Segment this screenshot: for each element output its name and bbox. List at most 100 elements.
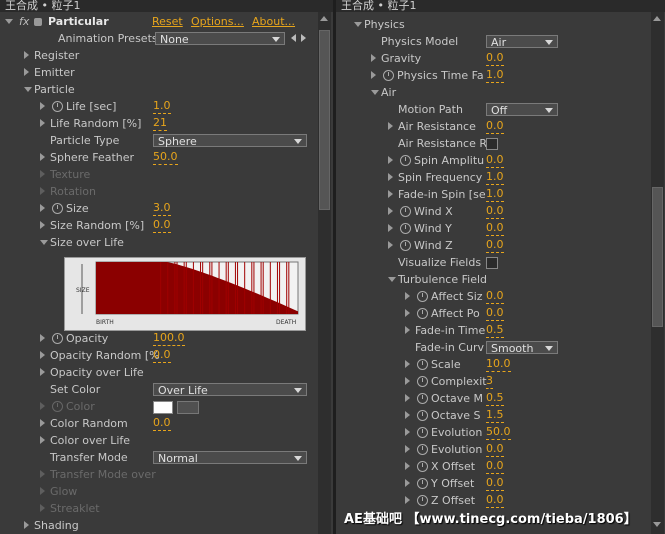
param-value[interactable]: 0.0 <box>486 442 504 457</box>
collapse-triangle-icon[interactable] <box>371 71 376 79</box>
collapse-triangle-icon[interactable] <box>405 326 410 334</box>
param-value[interactable]: 50.0 <box>153 150 178 165</box>
param-value[interactable]: 0.0 <box>153 416 171 431</box>
param-row-turbulence-field[interactable]: Turbulence Field <box>336 271 651 288</box>
param-row-evolution[interactable]: Evolution 0.0 <box>336 441 651 458</box>
param-row-streaklet[interactable]: Streaklet <box>0 500 318 517</box>
collapse-triangle-icon[interactable] <box>40 470 45 478</box>
param-checkbox[interactable] <box>486 138 498 150</box>
collapse-triangle-icon[interactable] <box>40 221 45 229</box>
stopwatch-icon[interactable] <box>400 155 411 166</box>
expand-triangle-icon[interactable] <box>354 22 362 27</box>
collapse-triangle-icon[interactable] <box>405 394 410 402</box>
collapse-triangle-icon[interactable] <box>405 428 410 436</box>
param-row-spin-frequency[interactable]: Spin Frequency 1.0 <box>336 169 651 186</box>
collapse-triangle-icon[interactable] <box>405 496 410 504</box>
collapse-triangle-icon[interactable] <box>405 479 410 487</box>
param-value[interactable]: 3 <box>486 374 493 389</box>
param-value[interactable]: 1.0 <box>486 68 504 83</box>
stopwatch-icon[interactable] <box>400 240 411 251</box>
collapse-triangle-icon[interactable] <box>388 241 393 249</box>
stopwatch-icon[interactable] <box>417 410 428 421</box>
param-row-set-color[interactable]: Set Color Over Life <box>0 381 318 398</box>
param-row-x-offset[interactable]: X Offset 0.0 <box>336 458 651 475</box>
collapse-triangle-icon[interactable] <box>40 334 45 342</box>
expand-triangle-icon[interactable] <box>24 87 32 92</box>
param-value[interactable]: 1.0 <box>153 99 171 114</box>
param-row-transfer-mode[interactable]: Transfer Mode Normal <box>0 449 318 466</box>
param-value[interactable]: 0.0 <box>486 51 504 66</box>
param-dropdown[interactable]: Air <box>486 35 558 49</box>
scroll-thumb[interactable] <box>319 30 330 210</box>
collapse-triangle-icon[interactable] <box>40 419 45 427</box>
stopwatch-icon[interactable] <box>52 333 63 344</box>
param-row-life-sec[interactable]: Life [sec] 1.0 <box>0 98 318 115</box>
param-value[interactable]: 0.0 <box>486 459 504 474</box>
stopwatch-icon[interactable] <box>417 461 428 472</box>
collapse-triangle-icon[interactable] <box>40 368 45 376</box>
param-value[interactable]: 1.5 <box>486 408 504 423</box>
scroll-down-arrow[interactable] <box>653 522 661 527</box>
collapse-triangle-icon[interactable] <box>40 153 45 161</box>
expand-triangle-icon[interactable] <box>388 277 396 282</box>
param-row-particle-type[interactable]: Particle Type Sphere <box>0 132 318 149</box>
collapse-triangle-icon[interactable] <box>24 51 29 59</box>
stopwatch-icon[interactable] <box>417 308 428 319</box>
param-row-complexit[interactable]: Complexit 3 <box>336 373 651 390</box>
stopwatch-icon[interactable] <box>400 223 411 234</box>
collapse-triangle-icon[interactable] <box>388 224 393 232</box>
eyedropper-icon[interactable] <box>177 401 199 414</box>
param-row-sphere-feather[interactable]: Sphere Feather 50.0 <box>0 149 318 166</box>
param-row-life-random[interactable]: Life Random [%] 21 <box>0 115 318 132</box>
param-value[interactable]: 0.0 <box>486 238 504 253</box>
param-row-physics-model[interactable]: Physics Model Air <box>336 33 651 50</box>
scroll-thumb[interactable] <box>652 187 663 327</box>
param-row-octave-m[interactable]: Octave M 0.5 <box>336 390 651 407</box>
size-curve-svg[interactable]: SIZE BIRTH DEATH <box>65 258 305 330</box>
param-row-fade-in-time[interactable]: Fade-in Time 0.5 <box>336 322 651 339</box>
param-row-affect-siz[interactable]: Affect Siz 0.0 <box>336 288 651 305</box>
param-value[interactable]: 0.0 <box>486 153 504 168</box>
prev-preset-icon[interactable] <box>291 34 296 42</box>
param-value[interactable]: 0.0 <box>153 218 171 233</box>
param-row-texture[interactable]: Texture <box>0 166 318 183</box>
collapse-triangle-icon[interactable] <box>40 436 45 444</box>
param-value[interactable]: 0.0 <box>486 493 504 508</box>
expand-triangle-icon[interactable] <box>40 240 48 245</box>
param-row-visualize-fields[interactable]: Visualize Fields <box>336 254 651 271</box>
param-value[interactable]: 0.0 <box>486 119 504 134</box>
param-row-particle[interactable]: Particle <box>0 81 318 98</box>
right-scrollbar[interactable] <box>651 12 664 534</box>
stopwatch-icon[interactable] <box>417 359 428 370</box>
size-over-life-graph[interactable]: SIZE BIRTH DEATH <box>64 257 306 331</box>
param-row-opacity-random[interactable]: Opacity Random [% 0.0 <box>0 347 318 364</box>
about-link[interactable]: About... <box>252 13 295 30</box>
collapse-triangle-icon[interactable] <box>388 173 393 181</box>
param-value[interactable]: 0.5 <box>486 323 504 338</box>
param-row-wind-y[interactable]: Wind Y 0.0 <box>336 220 651 237</box>
param-value[interactable]: 0.0 <box>486 289 504 304</box>
stopwatch-icon[interactable] <box>383 70 394 81</box>
param-dropdown[interactable]: Sphere <box>153 134 307 148</box>
effect-header[interactable]: fx Particular Reset Options... About... <box>0 13 318 30</box>
param-row-fade-in-spin-se[interactable]: Fade-in Spin [se 1.0 <box>336 186 651 203</box>
param-row-size-random[interactable]: Size Random [%] 0.0 <box>0 217 318 234</box>
collapse-triangle-icon[interactable] <box>40 102 45 110</box>
param-row-opacity[interactable]: Opacity 100.0 <box>0 330 318 347</box>
collapse-triangle-icon[interactable] <box>40 487 45 495</box>
param-row-y-offset[interactable]: Y Offset 0.0 <box>336 475 651 492</box>
param-value[interactable]: 0.0 <box>486 476 504 491</box>
param-row-air-resistance-r[interactable]: Air Resistance R <box>336 135 651 152</box>
options-link[interactable]: Options... <box>191 13 244 30</box>
collapse-triangle-icon[interactable] <box>40 351 45 359</box>
param-dropdown[interactable]: Over Life <box>153 383 307 397</box>
param-row-color[interactable]: Color <box>0 398 318 415</box>
param-row-z-offset[interactable]: Z Offset 0.0 <box>336 492 651 509</box>
collapse-triangle-icon[interactable] <box>40 504 45 512</box>
param-value[interactable]: 10.0 <box>486 357 511 372</box>
param-value[interactable]: 3.0 <box>153 201 171 216</box>
collapse-triangle-icon[interactable] <box>40 119 45 127</box>
param-value[interactable]: 0.0 <box>486 204 504 219</box>
stopwatch-icon[interactable] <box>417 376 428 387</box>
param-dropdown[interactable]: Smooth <box>486 341 558 355</box>
